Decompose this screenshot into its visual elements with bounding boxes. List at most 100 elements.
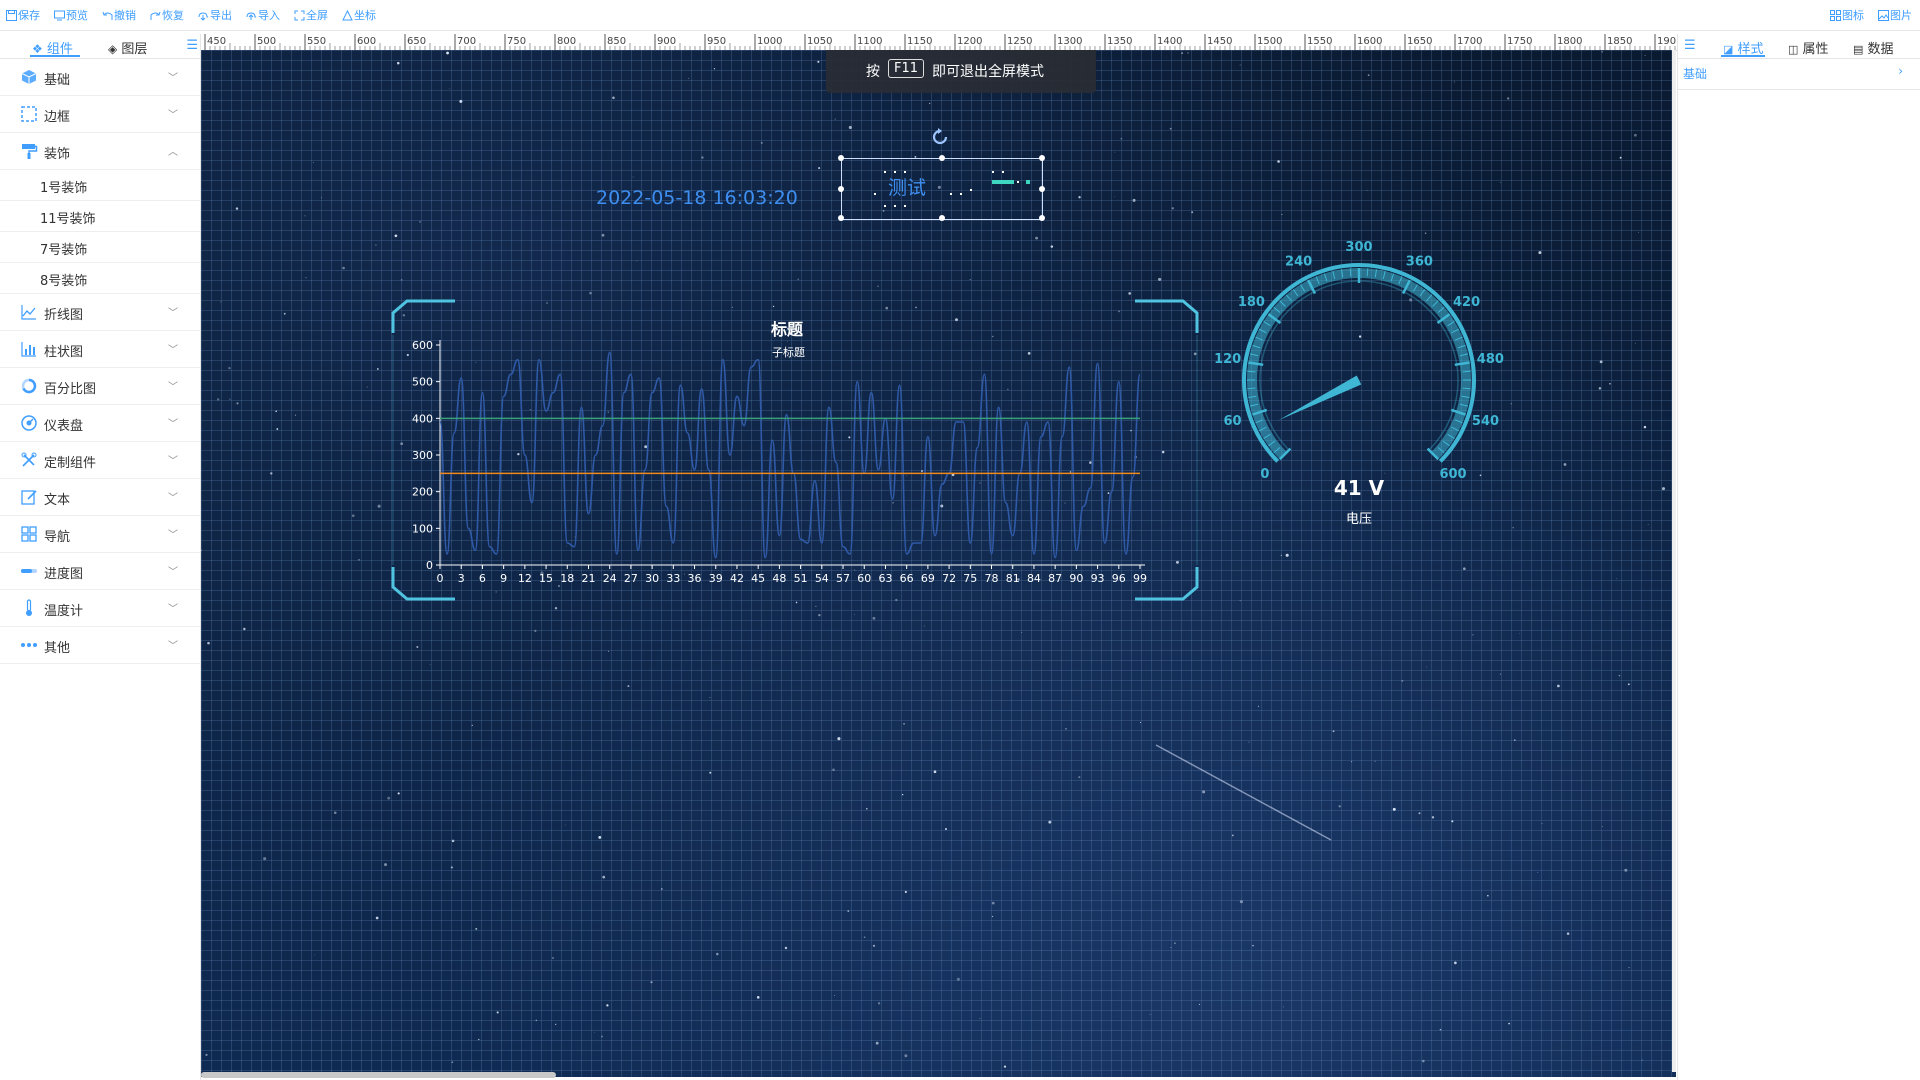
datetime-widget[interactable]: 2022-05-18 16:03:20 bbox=[596, 187, 798, 209]
section-basic[interactable]: 基础 › bbox=[1678, 59, 1920, 90]
undo-button[interactable]: 撤销 bbox=[102, 7, 136, 23]
icon-library-icon bbox=[1830, 10, 1841, 21]
export-icon bbox=[198, 12, 208, 21]
active-tab-indicator bbox=[1721, 55, 1765, 57]
x-tick-label: 57 bbox=[836, 572, 850, 585]
x-tick-label: 81 bbox=[1006, 572, 1020, 585]
gauge-minor-tick bbox=[1462, 387, 1471, 390]
data-icon: ▤ bbox=[1853, 43, 1864, 56]
decoration-item[interactable]: 1号装饰 bbox=[0, 170, 200, 201]
decoration-item[interactable]: 8号装饰 bbox=[0, 263, 200, 294]
vertical-scrollbar[interactable] bbox=[1672, 50, 1676, 1072]
ruler-label: 650 bbox=[407, 36, 426, 47]
category-line-chart[interactable]: 折线图 ﹀ bbox=[0, 294, 200, 331]
ruler-label: 1400 bbox=[1157, 36, 1182, 47]
chevron-down-icon: ﹀ bbox=[168, 419, 178, 430]
category-basic[interactable]: 基础 ﹀ bbox=[0, 59, 200, 96]
chevron-down-icon: ﹀ bbox=[168, 110, 178, 121]
decoration-item[interactable]: 7号装饰 bbox=[0, 232, 200, 263]
tab-data[interactable]: ▤ 数据 bbox=[1853, 38, 1894, 57]
gauge-tick-label: 300 bbox=[1345, 240, 1372, 255]
category-label: 边框 bbox=[44, 110, 71, 125]
collapse-panel-icon[interactable]: ☰ bbox=[186, 38, 198, 53]
gauge-tick-label: 480 bbox=[1477, 352, 1504, 367]
y-tick-label: 100 bbox=[412, 522, 433, 535]
category-text[interactable]: 文本 ﹀ bbox=[0, 479, 200, 516]
ring-chart-icon bbox=[21, 378, 37, 394]
category-bar-chart[interactable]: 柱状图 ﹀ bbox=[0, 331, 200, 368]
ruler-label: 1600 bbox=[1357, 36, 1382, 47]
more-icon bbox=[21, 643, 37, 647]
category-custom[interactable]: 定制组件 ﹀ bbox=[0, 442, 200, 479]
line-chart-icon bbox=[21, 305, 36, 320]
line-chart-widget[interactable]: 01002003004005006000 3 6 9 12 15 18 21 24 27 30 33 3… bbox=[385, 295, 1205, 605]
x-tick-label: 48 bbox=[772, 572, 786, 585]
image-library-button[interactable]: 图片 bbox=[1878, 7, 1912, 23]
category-gauge[interactable]: 仪表盘 ﹀ bbox=[0, 405, 200, 442]
top-toolbar: 保存 预览 撤销 恢复 导出 导入 全屏 坐标 图标 图片 bbox=[0, 0, 1920, 31]
category-other[interactable]: 其他 ﹀ bbox=[0, 627, 200, 664]
y-tick-label: 400 bbox=[412, 412, 433, 425]
ruler-label: 1650 bbox=[1407, 36, 1432, 47]
x-tick-label: 3 bbox=[458, 572, 465, 585]
import-button[interactable]: 导入 bbox=[246, 7, 280, 23]
decoration-widget[interactable] bbox=[838, 155, 1045, 221]
grid-icon bbox=[21, 526, 37, 542]
component-panel: ❖ 组件 ◈ 图层 ☰ 基础 ﹀ 边框 ﹀ 装饰 ︿ 1号装饰 11号装饰 7号… bbox=[0, 34, 201, 1080]
category-label: 百分比图 bbox=[44, 382, 97, 397]
coordinate-icon bbox=[342, 9, 353, 21]
redo-icon bbox=[150, 11, 161, 20]
property-icon: ◫ bbox=[1788, 43, 1799, 56]
save-button[interactable]: 保存 bbox=[6, 7, 40, 23]
x-tick-label: 39 bbox=[709, 572, 723, 585]
category-percent-chart[interactable]: 百分比图 ﹀ bbox=[0, 368, 200, 405]
paint-roller-icon bbox=[22, 144, 38, 159]
horizontal-scrollbar[interactable] bbox=[201, 1072, 556, 1078]
fullscreen-button[interactable]: 全屏 bbox=[294, 7, 328, 23]
gauge-tick-label: 600 bbox=[1439, 467, 1466, 482]
x-tick-label: 21 bbox=[581, 572, 595, 585]
hint-prefix: 按 bbox=[866, 64, 880, 80]
tab-layers[interactable]: ◈ 图层 bbox=[108, 38, 147, 57]
ruler-label: 500 bbox=[257, 36, 276, 47]
gauge-minor-tick bbox=[1349, 268, 1352, 277]
category-decoration[interactable]: 装饰 ︿ bbox=[0, 133, 200, 170]
category-label: 仪表盘 bbox=[44, 419, 84, 434]
x-tick-label: 15 bbox=[539, 572, 553, 585]
category-navigation[interactable]: 导航 ﹀ bbox=[0, 516, 200, 553]
gauge-tick-label: 540 bbox=[1472, 414, 1499, 429]
preview-button[interactable]: 预览 bbox=[54, 7, 88, 23]
ruler-label: 750 bbox=[507, 36, 526, 47]
export-button[interactable]: 导出 bbox=[198, 7, 232, 23]
chevron-down-icon: ﹀ bbox=[168, 73, 178, 84]
ruler-label: 1100 bbox=[857, 36, 882, 47]
category-border[interactable]: 边框 ﹀ bbox=[0, 96, 200, 133]
gauge-value: 41 V bbox=[1334, 476, 1385, 500]
chevron-down-icon: ﹀ bbox=[168, 456, 178, 467]
chevron-down-icon: ﹀ bbox=[168, 530, 178, 541]
gauge-inner-arc bbox=[1259, 280, 1459, 451]
decoration-item[interactable]: 11号装饰 bbox=[0, 201, 200, 232]
tab-property[interactable]: ◫ 属性 bbox=[1788, 38, 1829, 57]
category-thermometer[interactable]: 温度计 ﹀ bbox=[0, 590, 200, 627]
design-canvas[interactable]: 按 F11 即可退出全屏模式 2022-05-18 16:03:20 测试 0 … bbox=[201, 50, 1676, 1077]
coordinate-button[interactable]: 坐标 bbox=[342, 7, 376, 23]
gauge-tick-label: 240 bbox=[1285, 254, 1312, 269]
rotate-handle-icon[interactable] bbox=[929, 126, 951, 148]
x-tick-label: 84 bbox=[1027, 572, 1041, 585]
expand-panel-icon[interactable]: ☰ bbox=[1684, 38, 1696, 53]
y-tick-label: 300 bbox=[412, 449, 433, 462]
tools-icon bbox=[21, 452, 37, 467]
gauge-band bbox=[1247, 268, 1471, 460]
gauge-icon bbox=[21, 415, 37, 431]
redo-button[interactable]: 恢复 bbox=[150, 7, 184, 23]
icon-library-button[interactable]: 图标 bbox=[1830, 7, 1864, 23]
gauge-widget[interactable]: 0 60 120 180 240 300 360 420 480 540 600 41 V 电压 bbox=[1214, 235, 1504, 535]
x-tick-label: 12 bbox=[518, 572, 532, 585]
gauge-tick-label: 0 bbox=[1260, 467, 1269, 482]
gauge-outer-arc bbox=[1242, 263, 1476, 463]
x-tick-label: 30 bbox=[645, 572, 659, 585]
ruler-ticks: 450 500 550 600 650 700 750 800 850 900 950 1000 105… bbox=[204, 34, 1676, 50]
progress-bar-icon bbox=[21, 569, 37, 573]
category-progress[interactable]: 进度图 ﹀ bbox=[0, 553, 200, 590]
